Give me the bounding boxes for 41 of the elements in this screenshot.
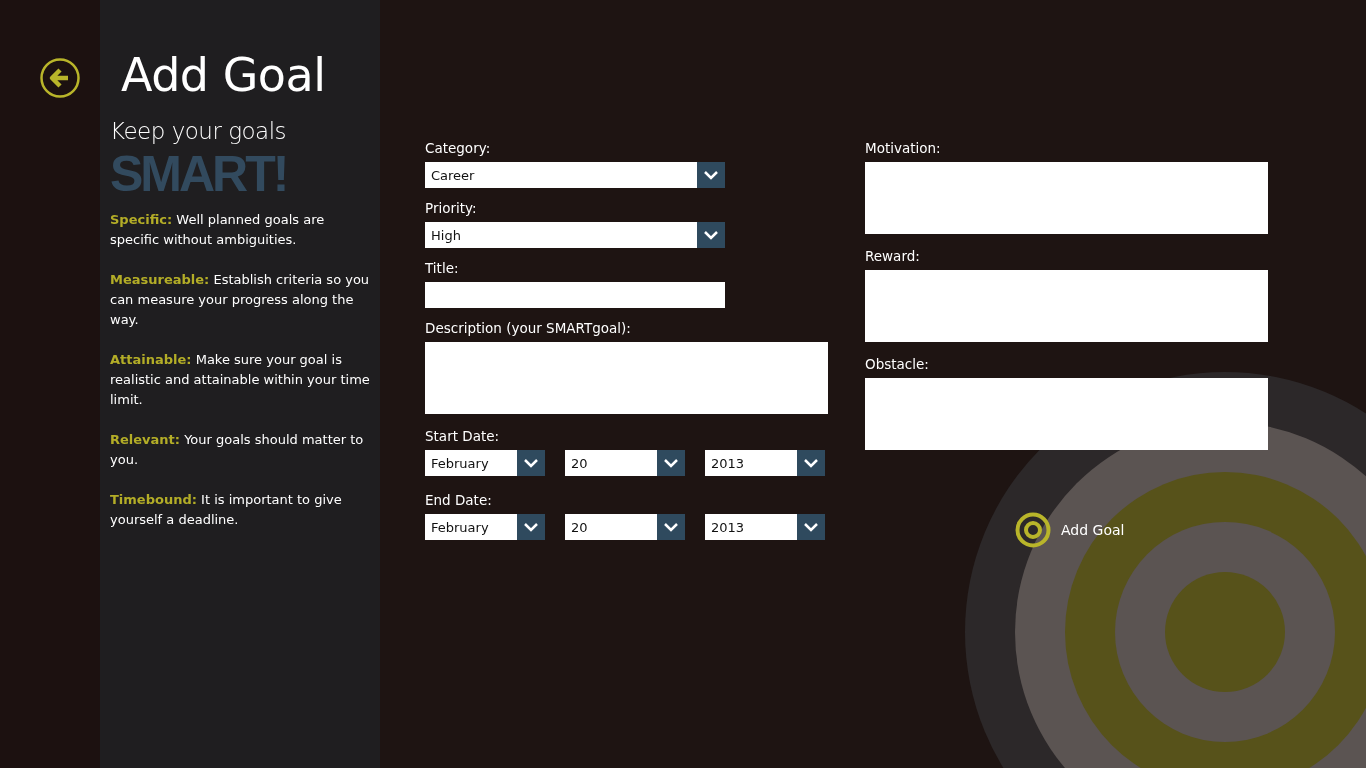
- field-label: Obstacle:: [865, 355, 929, 374]
- page-title: Add Goal: [121, 48, 327, 102]
- field-label: Category:: [425, 139, 491, 158]
- dropdown[interactable]: 2013: [705, 514, 825, 540]
- dropdown[interactable]: High: [425, 222, 725, 248]
- chevron-down-icon: [657, 450, 685, 476]
- back-button[interactable]: [39, 58, 81, 100]
- slogan-text: SMART!: [110, 145, 288, 204]
- dropdown[interactable]: February: [425, 514, 545, 540]
- chevron-down-icon: [797, 514, 825, 540]
- field-label: Reward:: [865, 247, 920, 266]
- tip-text: Relevant: Your goals should matter to you.: [110, 431, 365, 469]
- chevron-down-icon: [657, 514, 685, 540]
- chevron-down-icon: [517, 450, 545, 476]
- input-field[interactable]: [425, 282, 725, 308]
- tip-text: Measureable: Establish criteria so you can measure your progress along the way.: [110, 271, 371, 329]
- target-icon: [1015, 512, 1051, 548]
- chevron-down-icon: [517, 514, 545, 540]
- text-area[interactable]: [865, 378, 1268, 450]
- sidebar-heading: Keep your goals: [110, 118, 288, 144]
- chevron-down-icon: [697, 162, 725, 188]
- field-label: Start Date:: [425, 427, 500, 446]
- tip-text: Attainable: Make sure your goal is realistic and attainable within your time limit.: [110, 351, 371, 409]
- field-label: Motivation:: [865, 139, 941, 158]
- field-label: Description (your SMARTgoal):: [425, 319, 631, 338]
- dropdown[interactable]: February: [425, 450, 545, 476]
- text-area[interactable]: [865, 162, 1268, 234]
- chevron-down-icon: [797, 450, 825, 476]
- dropdown[interactable]: 2013: [705, 450, 825, 476]
- field-label: Priority:: [425, 199, 477, 218]
- tip-text: Specific: Well planned goals are specific without ambiguities.: [110, 211, 326, 249]
- field-label: End Date:: [425, 491, 492, 510]
- text-area[interactable]: [425, 342, 828, 414]
- chevron-down-icon: [697, 222, 725, 248]
- add-goal-button[interactable]: Add Goal: [1015, 512, 1125, 548]
- field-label: Title:: [425, 259, 459, 278]
- tip-text: Timebound: It is important to give yourself a deadline.: [110, 491, 343, 529]
- dropdown[interactable]: 20: [565, 450, 685, 476]
- dropdown[interactable]: Career: [425, 162, 725, 188]
- text-area[interactable]: [865, 270, 1268, 342]
- dropdown[interactable]: 20: [565, 514, 685, 540]
